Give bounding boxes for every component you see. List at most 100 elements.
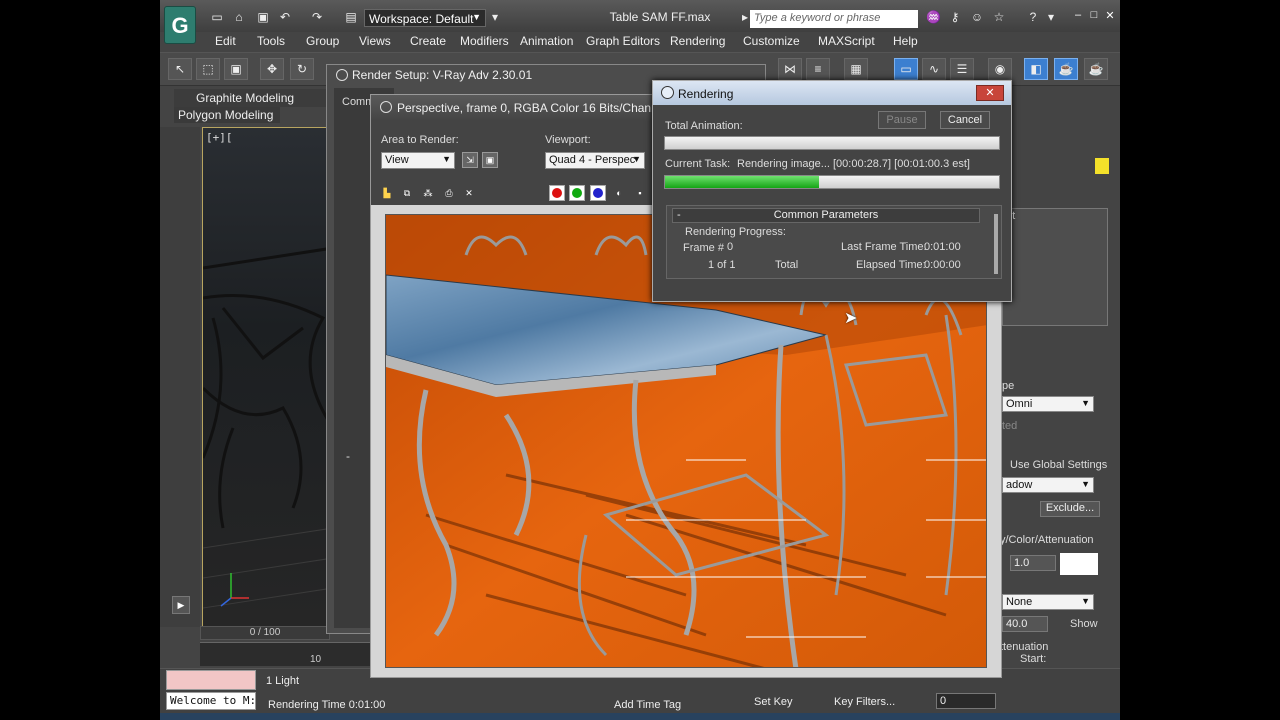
object-color-swatch[interactable] xyxy=(1095,158,1109,174)
curve-editor-icon[interactable]: ∿ xyxy=(922,58,946,80)
use-global-settings-label[interactable]: Use Global Settings xyxy=(1010,459,1107,471)
app-logo-icon[interactable]: G xyxy=(164,6,196,44)
red-channel-toggle[interactable] xyxy=(549,185,565,201)
track-bar[interactable] xyxy=(200,642,370,666)
search-input[interactable]: Type a keyword or phrase xyxy=(750,10,918,28)
viewport-dropdown[interactable]: Quad 4 - Perspec ▼ xyxy=(545,152,645,169)
frame-number-label: Frame # xyxy=(683,242,724,254)
rendering-time: Rendering Time 0:01:00 xyxy=(268,699,386,711)
close-icon[interactable]: ✕ xyxy=(1102,9,1118,23)
menu-maxscript[interactable]: MAXScript xyxy=(818,34,875,48)
binoculars-icon[interactable]: ♒ xyxy=(926,10,941,24)
clear-image-icon[interactable]: ✕ xyxy=(461,185,477,201)
copy-image-icon[interactable]: ⧉ xyxy=(399,185,415,201)
current-task-progress-fill xyxy=(665,176,819,188)
people-icon[interactable]: ☺ xyxy=(970,10,984,24)
params-scrollbar[interactable] xyxy=(994,214,998,274)
selection-count: 1 Light xyxy=(266,675,300,687)
play-icon[interactable]: ▶ xyxy=(172,596,190,614)
menu-create[interactable]: Create xyxy=(410,34,446,48)
set-key-button[interactable]: Set Key xyxy=(754,696,793,708)
menu-group[interactable]: Group xyxy=(306,34,339,48)
edit-region-icon[interactable]: ⇲ xyxy=(462,152,478,168)
auto-region-icon[interactable]: ▣ xyxy=(482,152,498,168)
show-checkbox-label[interactable]: Show xyxy=(1070,618,1098,630)
new-file-icon[interactable]: ▭ xyxy=(210,10,224,24)
material-editor-icon[interactable]: ◉ xyxy=(988,58,1012,80)
menu-rendering[interactable]: Rendering xyxy=(670,34,725,48)
frame-buffer-title: Perspective, frame 0, RGBA Color 16 Bits… xyxy=(397,101,682,115)
customize-arrow-icon[interactable]: ▾ xyxy=(488,10,502,24)
light-type-dropdown[interactable]: Omni ▼ xyxy=(1002,396,1094,412)
menu-help[interactable]: Help xyxy=(893,34,918,48)
key-filters-button[interactable]: Key Filters... xyxy=(834,696,895,708)
modifier-stack-list[interactable]: ht xyxy=(1002,208,1108,326)
time-slider[interactable]: 0 / 100 xyxy=(200,626,330,640)
viewport-label[interactable]: [+][ xyxy=(206,131,233,144)
perspective-viewport[interactable] xyxy=(202,127,332,627)
print-image-icon[interactable]: ⎙ xyxy=(441,185,457,201)
menu-edit[interactable]: Edit xyxy=(215,34,236,48)
undo-icon[interactable]: ↶ xyxy=(278,10,292,24)
help-icon[interactable]: ? xyxy=(1026,10,1040,24)
close-icon[interactable]: ✕ xyxy=(976,85,1004,101)
menu-graph-editors[interactable]: Graph Editors xyxy=(586,34,660,48)
render-setup-app-icon xyxy=(336,69,348,81)
render-production-icon[interactable]: ☕ xyxy=(1084,58,1108,80)
maximize-icon[interactable]: □ xyxy=(1086,9,1102,23)
last-frame-time-value: 0:01:00 xyxy=(924,241,961,253)
current-task-value: Rendering image... [00:00:28.7] [00:01:0… xyxy=(737,158,970,170)
redo-icon[interactable]: ↷ xyxy=(310,10,324,24)
add-time-tag-button[interactable]: Add Time Tag xyxy=(614,699,681,711)
chevron-down-icon: ▼ xyxy=(1081,479,1090,489)
maxscript-mini-listener[interactable]: Welcome to M: xyxy=(166,692,256,710)
select-arrow-icon[interactable]: ↖ xyxy=(168,58,192,80)
maxscript-listener-pink[interactable] xyxy=(166,670,256,690)
cancel-button[interactable]: Cancel xyxy=(940,111,990,129)
mirror-icon[interactable]: ⋈ xyxy=(778,58,802,80)
menu-customize[interactable]: Customize xyxy=(743,34,800,48)
decay-start-spinner[interactable]: 40.0 xyxy=(1002,616,1048,632)
schematic-view-icon[interactable]: ☰ xyxy=(950,58,974,80)
favorites-star-icon[interactable]: ☆ xyxy=(992,10,1006,24)
move-icon[interactable]: ✥ xyxy=(260,58,284,80)
project-folder-icon[interactable]: ▤ xyxy=(344,10,358,24)
menu-modifiers[interactable]: Modifiers xyxy=(460,34,509,48)
toggle-ribbon-icon[interactable]: ▭ xyxy=(894,58,918,80)
help-arrow-icon[interactable]: ▾ xyxy=(1044,10,1058,24)
layer-manager-icon[interactable]: ▦ xyxy=(844,58,868,80)
area-to-render-dropdown[interactable]: View ▼ xyxy=(381,152,455,169)
common-parameters-header[interactable]: - Common Parameters xyxy=(672,208,980,223)
key-icon[interactable]: ⚷ xyxy=(948,10,962,24)
rollout-collapse-button[interactable]: - xyxy=(346,449,350,463)
menu-animation[interactable]: Animation xyxy=(520,34,573,48)
clone-window-icon[interactable]: ⁂ xyxy=(420,185,436,201)
mono-channel-icon[interactable]: ▪ xyxy=(632,185,648,201)
attenuation-section-header[interactable]: y/Color/Attenuation xyxy=(1000,534,1094,546)
render-frame-window-icon[interactable]: ☕ xyxy=(1054,58,1078,80)
exclude-button[interactable]: Exclude... xyxy=(1040,501,1100,517)
shadow-type-dropdown[interactable]: adow ▼ xyxy=(1002,477,1094,493)
minimize-icon[interactable]: – xyxy=(1070,9,1086,23)
multiplier-spinner[interactable]: 1.0 xyxy=(1010,555,1056,571)
alpha-channel-icon[interactable]: ◐ xyxy=(611,185,627,201)
light-color-swatch[interactable] xyxy=(1060,553,1098,575)
save-image-icon[interactable]: ▙ xyxy=(379,185,395,201)
align-icon[interactable]: ≡ xyxy=(806,58,830,80)
green-channel-toggle[interactable] xyxy=(569,185,585,201)
ribbon-panel-polygon-modeling[interactable]: Polygon Modeling xyxy=(174,107,280,123)
menu-tools[interactable]: Tools xyxy=(257,34,285,48)
pause-button[interactable]: Pause xyxy=(878,111,926,129)
ribbon-tab-graphite[interactable]: Graphite Modeling Tools xyxy=(174,89,344,119)
render-setup-icon[interactable]: ◧ xyxy=(1024,58,1048,80)
menu-views[interactable]: Views xyxy=(359,34,391,48)
region-select-icon[interactable]: ⬚ xyxy=(196,58,220,80)
window-crossing-icon[interactable]: ▣ xyxy=(224,58,248,80)
decay-type-dropdown[interactable]: None ▼ xyxy=(1002,594,1094,610)
blue-channel-toggle[interactable] xyxy=(590,185,606,201)
current-frame-field[interactable]: 0 xyxy=(936,693,996,709)
open-file-icon[interactable]: ⌂ xyxy=(232,10,246,24)
workspace-dropdown[interactable]: Workspace: Default ▼ xyxy=(364,9,486,27)
save-file-icon[interactable]: ▣ xyxy=(256,10,270,24)
rotate-icon[interactable]: ↻ xyxy=(290,58,314,80)
